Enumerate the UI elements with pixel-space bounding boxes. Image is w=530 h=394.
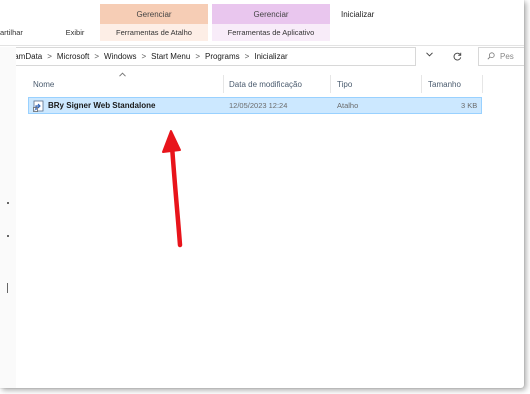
context-group-shortcut-title: Gerenciar [100, 4, 208, 24]
address-bar[interactable]: rogramData > Microsoft > Windows > Start… [0, 47, 416, 66]
tab-compartilhar[interactable]: artilhar [0, 24, 42, 41]
ribbon: artilhar Exibir Gerenciar Ferramentas de… [0, 0, 524, 45]
breadcrumb-windows[interactable]: Windows [101, 52, 139, 61]
column-header-name[interactable]: Nome [33, 80, 54, 89]
breadcrumb-separator[interactable]: > [193, 52, 202, 61]
breadcrumb-separator[interactable]: > [92, 52, 101, 61]
column-header-type[interactable]: Tipo [337, 80, 352, 89]
refresh-icon[interactable] [449, 47, 465, 66]
nav-pane-mark [7, 202, 9, 204]
column-divider[interactable] [330, 75, 331, 93]
file-name[interactable]: BRy Signer Web Standalone [48, 101, 155, 110]
breadcrumb-separator[interactable]: > [140, 52, 149, 61]
context-group-app-title: Gerenciar [212, 4, 330, 24]
file-type: Atalho [337, 101, 359, 110]
search-box[interactable]: Pes [478, 47, 524, 66]
column-header-modified[interactable]: Data de modificação [229, 80, 302, 89]
sort-ascending-icon [119, 70, 126, 79]
breadcrumb-microsoft[interactable]: Microsoft [54, 52, 92, 61]
breadcrumb-programs[interactable]: Programs [202, 52, 243, 61]
explorer-window: artilhar Exibir Gerenciar Ferramentas de… [0, 0, 524, 388]
column-divider[interactable] [421, 75, 422, 93]
breadcrumb-separator[interactable]: > [243, 52, 252, 61]
search-icon [487, 51, 500, 62]
column-divider[interactable] [482, 75, 483, 93]
nav-pane-mark [7, 235, 9, 237]
navigation-pane-edge[interactable] [0, 47, 16, 388]
tab-ferramentas-de-aplicativo[interactable]: Ferramentas de Aplicativo [212, 24, 330, 41]
tab-ferramentas-de-atalho[interactable]: Ferramentas de Atalho [100, 24, 208, 41]
nav-pane-mark [7, 283, 8, 293]
breadcrumb-separator[interactable]: > [45, 52, 54, 61]
search-placeholder: Pes [500, 52, 514, 61]
annotation-arrow [162, 130, 183, 248]
file-size: 3 KB [461, 101, 478, 110]
breadcrumb-inicializar[interactable]: Inicializar [251, 52, 290, 61]
breadcrumb-start-menu[interactable]: Start Menu [148, 52, 193, 61]
chevron-down-icon[interactable] [426, 50, 433, 59]
window-title-inicializar: Inicializar [333, 4, 383, 24]
column-header-size[interactable]: Tamanho [428, 80, 461, 89]
tab-exibir[interactable]: Exibir [58, 24, 92, 41]
file-modified-date: 12/05/2023 12:24 [229, 101, 288, 110]
column-divider[interactable] [223, 75, 224, 93]
ribbon-divider [0, 45, 524, 46]
shortcut-icon [33, 99, 44, 112]
